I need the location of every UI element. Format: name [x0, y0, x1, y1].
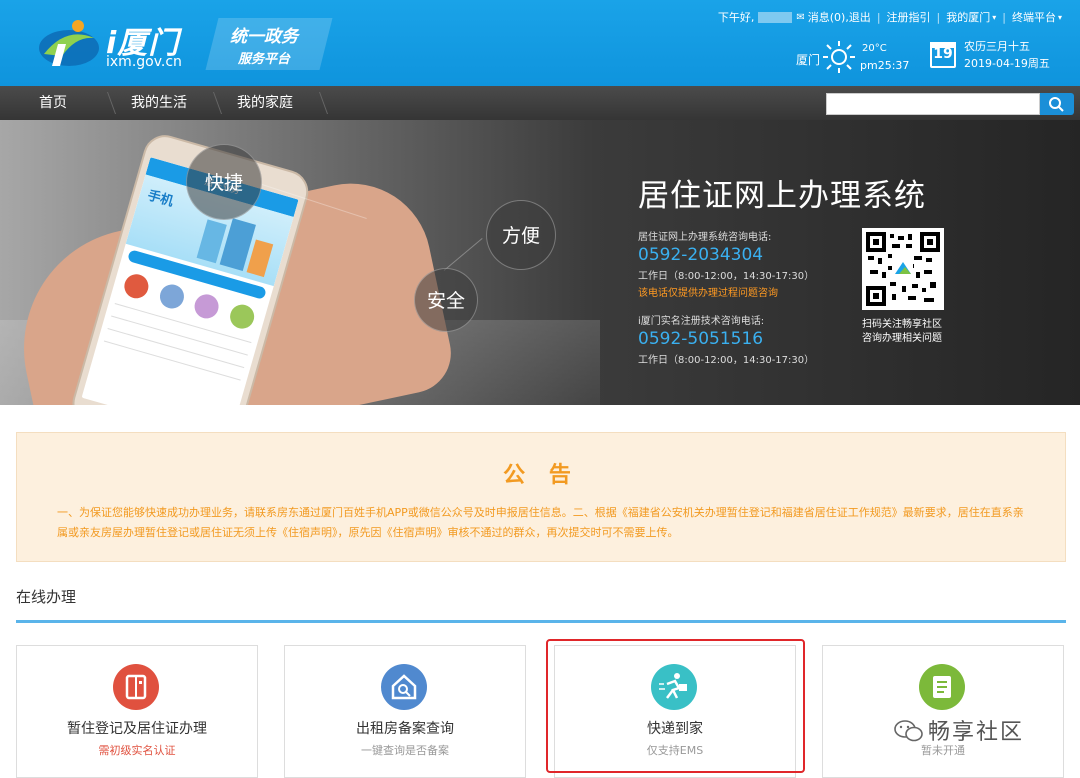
hotline-1-label: 居住证网上办理系统咨询电话: [638, 232, 772, 243]
top-user-bar: 下午好, ✉ 消息(0), 退出 | 注册指引 | 我的厦门 ▾ | 终端平台 … [717, 9, 1062, 25]
slogan-line1: 统一政务 [230, 27, 298, 47]
hotline-2: i厦门实名注册技术咨询电话: 0592-5051516 工作日（8:00-12:… [638, 312, 814, 366]
section-divider [16, 620, 1066, 623]
search-icon [1049, 97, 1064, 112]
qr-caption-line2: 咨询办理相关问题 [862, 333, 942, 344]
house-search-icon [381, 664, 427, 710]
qr-caption: 扫码关注畅享社区 咨询办理相关问题 [862, 318, 942, 346]
bubble-convenient: 方便 [486, 200, 556, 270]
calendar-icon: 19 [930, 42, 956, 68]
phone-app-icon [156, 281, 187, 312]
section-title-online: 在线办理 [16, 588, 77, 606]
highlight-box [546, 639, 805, 773]
terminal-platform-menu[interactable]: 终端平台 [1012, 9, 1056, 25]
weather-temp: 20°C [862, 43, 887, 54]
slogan-line2: 服务平台 [238, 52, 291, 67]
phone-app-icon [191, 291, 222, 322]
envelope-icon: ✉ [796, 11, 805, 23]
sun-icon [823, 41, 855, 73]
weather-aqi: pm25:37 [860, 59, 910, 72]
nav-item-my-family[interactable]: 我的家庭 [212, 86, 318, 120]
hotline-1-note: 该电话仅提供办理过程问题咨询 [638, 288, 778, 299]
hotline-2-label: i厦门实名注册技术咨询电话: [638, 316, 765, 327]
phone-app-icon [227, 301, 257, 332]
hotline-1-hours: 工作日（8:00-12:00，14:30-17:30） [638, 271, 815, 282]
service-card-name: 暂住登记及居住证办理 [67, 721, 207, 737]
wechat-icon [894, 720, 923, 742]
service-card-coming-soon[interactable]: 暂未开通 [822, 645, 1064, 778]
chevron-down-icon: ▾ [992, 12, 997, 22]
site-header: i厦门 ixm.gov.cn 统一政务 服务平台 下午好, ✉ 消息(0), 退… [0, 0, 1080, 86]
service-card-rental[interactable]: 出租房备案查询 一键查询是否备案 [284, 645, 526, 778]
id-book-icon [113, 664, 159, 710]
phone-screen-hero: 手机 [145, 188, 175, 210]
search-box [826, 93, 1074, 115]
slogan: 统一政务 服务平台 [200, 14, 333, 70]
notice-panel: 公 告 一、为保证您能够快速成功办理业务，请联系房东通过厦门百姓手机APP或微信… [16, 432, 1066, 562]
qr-caption-line1: 扫码关注畅享社区 [862, 319, 942, 330]
search-button[interactable] [1040, 93, 1074, 115]
watermark-text: 畅享社区 [928, 720, 1025, 745]
bubble-safe: 安全 [414, 268, 478, 332]
nav-item-my-life[interactable]: 我的生活 [106, 86, 212, 120]
service-card-sub: 一键查询是否备案 [361, 744, 449, 757]
date-widget: 19 农历三月十五 2019-04-19周五 [928, 38, 1068, 74]
notice-title: 公 告 [503, 463, 579, 488]
register-guide-link[interactable]: 注册指引 [887, 9, 931, 25]
hotline-2-number: 0592-5051516 [638, 329, 764, 349]
my-xiamen-menu[interactable]: 我的厦门 [946, 9, 990, 25]
username-redacted [758, 11, 793, 23]
qr-code-icon [866, 232, 940, 306]
hotline-2-hours: 工作日（8:00-12:00，14:30-17:30） [638, 355, 815, 366]
hotline-1: 居住证网上办理系统咨询电话: 0592-2034304 工作日（8:00-12:… [638, 228, 814, 299]
service-card-sub: 需初级实名认证 [98, 744, 176, 757]
greeting: 下午好, [717, 11, 755, 24]
solar-date: 2019-04-19周五 [964, 57, 1050, 70]
service-card-name: 出租房备案查询 [356, 721, 454, 737]
service-card-residence[interactable]: 暂住登记及居住证办理 需初级实名认证 [16, 645, 258, 778]
document-icon [919, 664, 965, 710]
weather-widget: 厦门 20°C pm25:37 [796, 40, 916, 74]
nav-item-home[interactable]: 首页 [0, 86, 106, 120]
qr-code [862, 228, 944, 310]
chevron-down-icon: ▾ [1057, 12, 1062, 22]
site-logo[interactable]: i厦门 ixm.gov.cn [36, 14, 186, 74]
lunar-date: 农历三月十五 [964, 40, 1030, 53]
watermark: 畅享社区 [894, 714, 1064, 745]
logo-url: ixm.gov.cn [106, 54, 182, 70]
messages-link[interactable]: 消息(0), [808, 9, 849, 25]
weather-city: 厦门 [796, 53, 821, 67]
notice-body: 一、为保证您能够快速成功办理业务，请联系房东通过厦门百姓手机APP或微信公众号及… [57, 506, 1024, 539]
logo-swoosh-icon [39, 20, 99, 66]
search-input[interactable] [826, 93, 1040, 115]
phone-app-icon [121, 271, 152, 302]
hero-banner: 居住业务 手机 快捷 方便 安全 居住证网上办理系统 居住证网上办理系统咨询电话… [0, 120, 1080, 405]
hotline-1-number: 0592-2034304 [638, 245, 764, 265]
bubble-fast: 快捷 [186, 144, 262, 220]
logout-link[interactable]: 退出 [849, 9, 871, 25]
banner-title: 居住证网上办理系统 [638, 178, 926, 214]
